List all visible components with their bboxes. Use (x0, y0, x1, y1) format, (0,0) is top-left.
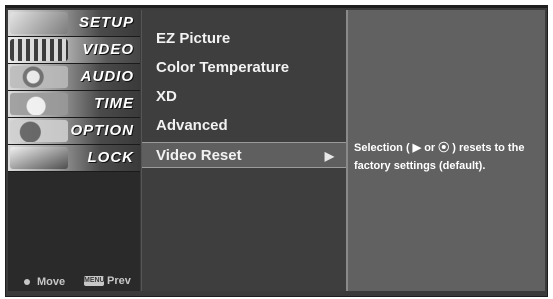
menu-key-icon: MENU (84, 276, 105, 287)
lock-thumbnail-icon (10, 147, 68, 169)
submenu-item-color-temperature[interactable]: Color Temperature (142, 55, 346, 81)
menu-item-label: VIDEO (82, 41, 134, 58)
main-menu: SETUP VIDEO AUDIO TIME OPTION LOCK Move … (8, 10, 140, 291)
submenu-item-label: EZ Picture (156, 30, 231, 47)
help-text: Selection ( ▶ or ⦿ ) resets to the facto… (354, 142, 525, 172)
move-hint-label: Move (37, 275, 66, 288)
menu-item-label: SETUP (78, 14, 134, 31)
menu-item-label: LOCK (87, 149, 134, 166)
menu-item-time[interactable]: TIME (8, 91, 140, 118)
menu-item-video[interactable]: VIDEO (8, 37, 140, 64)
submenu-item-advanced[interactable]: Advanced (142, 113, 346, 139)
menu-item-audio[interactable]: AUDIO (8, 64, 140, 91)
submenu-item-video-reset[interactable]: Video Reset ▶ (142, 142, 346, 168)
audio-thumbnail-icon (10, 66, 68, 88)
video-thumbnail-icon (10, 39, 68, 61)
help-panel: Selection ( ▶ or ⦿ ) resets to the facto… (346, 10, 545, 291)
submenu-item-label: Advanced (156, 117, 228, 134)
menu-item-setup[interactable]: SETUP (8, 10, 140, 37)
prev-hint: MENU Prev (84, 275, 131, 287)
submenu-item-ez-picture[interactable]: EZ Picture (142, 26, 346, 52)
submenu-item-label: Color Temperature (156, 59, 290, 76)
video-submenu: EZ Picture Color Temperature XD Advanced… (141, 10, 346, 291)
menu-item-lock[interactable]: LOCK (8, 145, 140, 172)
setup-thumbnail-icon (10, 12, 68, 34)
submenu-item-label: XD (156, 88, 177, 105)
menu-item-label: AUDIO (80, 68, 134, 85)
move-icon (20, 275, 34, 289)
submenu-item-label: Video Reset (156, 147, 242, 164)
submenu-arrow-icon: ▶ (324, 149, 334, 163)
menu-item-option[interactable]: OPTION (8, 118, 140, 145)
option-thumbnail-icon (10, 120, 68, 142)
prev-hint-label: Prev (107, 275, 131, 287)
submenu-item-xd[interactable]: XD (142, 84, 346, 110)
time-thumbnail-icon (10, 93, 68, 115)
move-hint: Move (20, 275, 65, 289)
menu-item-label: OPTION (70, 122, 134, 139)
menu-item-label: TIME (94, 95, 134, 112)
